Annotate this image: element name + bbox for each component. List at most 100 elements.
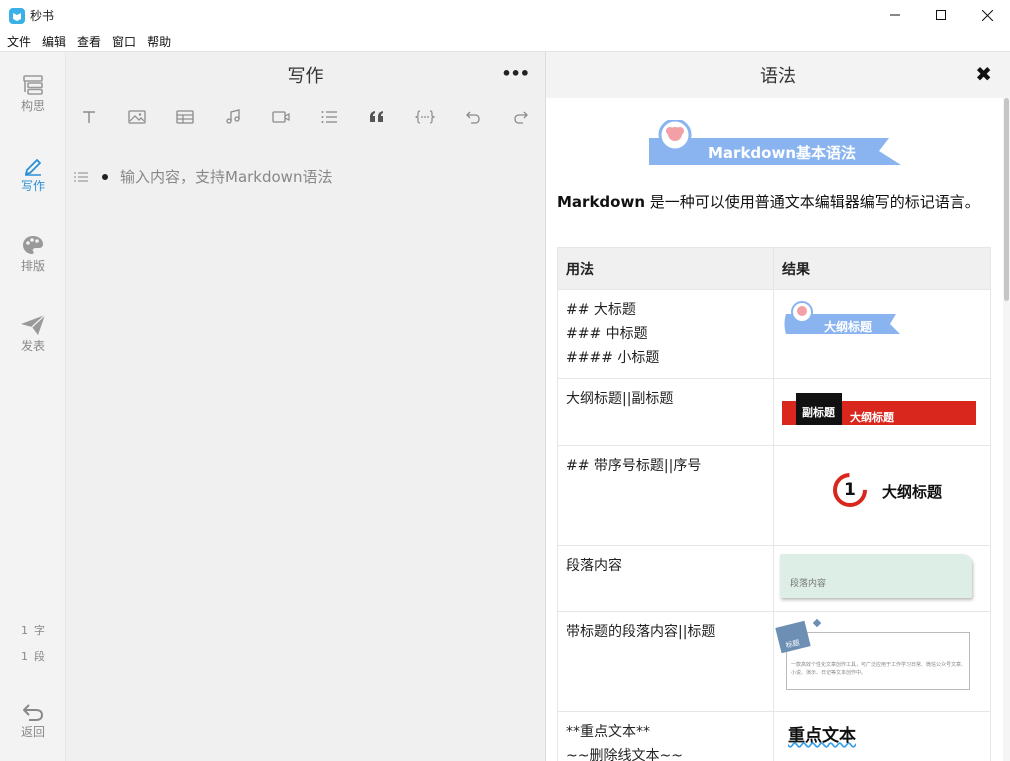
sidebar-item-label: 写作 xyxy=(20,179,45,193)
video-tool-button[interactable] xyxy=(270,106,292,128)
quote-tool-button[interactable] xyxy=(366,106,388,128)
result-cell: 副标题 大纲标题 xyxy=(773,378,991,446)
scrollbar-thumb[interactable] xyxy=(1004,98,1009,301)
preview-paragraph-card: 段落内容 xyxy=(780,554,972,598)
syntax-table: 用法 结果 ## 大标题 ### 中标题 #### 小标题 大纲标题 大纲标题|… xyxy=(557,247,991,761)
bullet-dot xyxy=(102,173,108,180)
usage-line: 大纲标题||副标题 xyxy=(566,391,674,407)
image-tool-button[interactable] xyxy=(126,106,148,128)
table-icon xyxy=(176,110,194,124)
panel-scrollbar[interactable] xyxy=(1003,98,1010,761)
sidebar-item-layout[interactable]: 排版 xyxy=(0,234,66,290)
table-row: 段落内容 段落内容 xyxy=(557,545,991,612)
word-count-value: 1 xyxy=(21,624,28,637)
preview-emphasis: 重点文本 xyxy=(788,724,908,754)
undo-icon xyxy=(466,111,480,124)
panel-title: 语法 xyxy=(760,66,796,87)
redo-button[interactable] xyxy=(510,106,532,128)
editor-toolbar xyxy=(66,98,545,132)
usage-line: ### 中标题 xyxy=(566,326,648,342)
app-title: 秒书 xyxy=(30,9,55,23)
table-tool-button[interactable] xyxy=(174,106,196,128)
editor-title: 写作 xyxy=(287,66,324,87)
app-window: 秒书 文件 编辑 查看 窗口 帮助 构思 写作 排版 发表 1 字 1 段 返回… xyxy=(0,0,1010,761)
editor-content-line[interactable]: 输入内容，支持Markdown语法 xyxy=(74,166,332,187)
usage-line: #### 小标题 xyxy=(566,350,660,366)
intro-paragraph: Markdown 是一种可以使用普通文本编辑器编写的标记语言。 xyxy=(557,190,987,214)
editor-header: 写作 ••• xyxy=(66,52,545,98)
menu-file[interactable]: 文件 xyxy=(7,33,31,50)
undo-button[interactable] xyxy=(462,106,484,128)
minimize-icon xyxy=(890,14,900,16)
markdown-banner: Markdown基本语法 xyxy=(647,118,901,166)
send-icon xyxy=(21,314,46,335)
text-tool-button[interactable] xyxy=(78,106,100,128)
back-button[interactable]: 返回 xyxy=(0,702,66,740)
image-icon xyxy=(128,110,146,124)
sidebar: 构思 写作 排版 发表 1字 1 段 返回 xyxy=(0,52,66,761)
sidebar-item-outline[interactable]: 构思 xyxy=(0,74,66,130)
usage-cell: **重点文本** ~~删除线文本~~ xyxy=(557,711,774,761)
text-icon xyxy=(83,111,95,123)
preview-title: 大纲标题 xyxy=(850,411,894,424)
outline-icon xyxy=(23,75,43,95)
close-panel-button[interactable]: ✖ xyxy=(975,62,992,86)
usage-line: ## 带序号标题||序号 xyxy=(566,458,702,474)
usage-cell: ## 大标题 ### 中标题 #### 小标题 xyxy=(557,289,774,379)
paragraph-count-value: 1 xyxy=(21,650,28,663)
music-icon xyxy=(226,109,240,124)
usage-line: **重点文本** xyxy=(566,724,650,740)
preview-text: 段落内容 xyxy=(790,579,827,589)
usage-cell: ## 带序号标题||序号 xyxy=(557,445,774,546)
preview-subtitle-heading: 副标题 大纲标题 xyxy=(782,393,976,427)
back-label: 返回 xyxy=(20,725,45,739)
result-cell: 一款高效个性化文章创作工具，可广泛应用于工作学习日常、微信公众号文章、小说、演示… xyxy=(773,611,991,712)
result-cell: 重点文本 xyxy=(773,711,991,761)
preview-number: 1 xyxy=(844,480,856,500)
usage-cell: 段落内容 xyxy=(557,545,774,612)
menu-help[interactable]: 帮助 xyxy=(147,33,171,50)
preview-subtitle: 副标题 xyxy=(802,406,835,419)
close-window-button[interactable] xyxy=(964,0,1010,30)
menu-edit[interactable]: 编辑 xyxy=(42,33,66,50)
minimize-button[interactable] xyxy=(872,0,918,30)
usage-cell: 大纲标题||副标题 xyxy=(557,378,774,446)
menu-bar: 文件 编辑 查看 窗口 帮助 xyxy=(0,32,1010,52)
music-tool-button[interactable] xyxy=(222,106,244,128)
word-count-unit: 字 xyxy=(34,624,45,637)
menu-window[interactable]: 窗口 xyxy=(112,33,136,50)
table-row: 大纲标题||副标题 副标题 大纲标题 xyxy=(557,378,991,446)
palette-icon xyxy=(23,236,43,254)
preview-numbered-heading: 1 大纲标题 xyxy=(832,472,962,508)
maximize-icon xyxy=(936,10,946,20)
usage-cell: 带标题的段落内容||标题 xyxy=(557,611,774,712)
paragraph-count: 1段 xyxy=(0,648,66,664)
more-button[interactable]: ••• xyxy=(501,64,530,83)
paragraph-count-unit: 段 xyxy=(34,650,45,663)
table-row: **重点文本** ~~删除线文本~~ 重点文本 xyxy=(557,711,991,761)
pen-icon xyxy=(25,159,41,176)
editor-placeholder[interactable]: 输入内容，支持Markdown语法 xyxy=(120,166,332,187)
table-header-result: 结果 xyxy=(773,247,991,290)
app-logo-icon xyxy=(9,8,25,24)
banner-title: Markdown基本语法 xyxy=(708,144,857,162)
maximize-button[interactable] xyxy=(918,0,964,30)
result-cell: 段落内容 xyxy=(773,545,991,612)
paragraph-box: 一款高效个性化文章创作工具，可广泛应用于工作学习日常、微信公众号文章、小说、演示… xyxy=(786,632,970,690)
list-handle-icon[interactable] xyxy=(74,171,88,183)
preview-titled-paragraph: 一款高效个性化文章创作工具，可广泛应用于工作学习日常、微信公众号文章、小说、演示… xyxy=(775,618,974,700)
list-tool-button[interactable] xyxy=(318,106,340,128)
result-cell: 1 大纲标题 xyxy=(773,445,991,546)
menu-view[interactable]: 查看 xyxy=(77,33,101,50)
usage-line: ## 大标题 xyxy=(566,302,636,318)
redo-icon xyxy=(514,111,528,124)
close-icon xyxy=(981,9,993,21)
sidebar-item-label: 发表 xyxy=(20,339,45,353)
sidebar-item-publish[interactable]: 发表 xyxy=(0,314,66,370)
table-row: 带标题的段落内容||标题 一款高效个性化文章创作工具，可广泛应用于工作学习日常、… xyxy=(557,611,991,712)
table-header-usage: 用法 xyxy=(557,247,774,290)
code-tool-button[interactable] xyxy=(414,106,436,128)
table-row: ## 大标题 ### 中标题 #### 小标题 大纲标题 xyxy=(557,289,991,379)
sidebar-item-writing[interactable]: 写作 xyxy=(0,154,66,210)
sidebar-item-label: 构思 xyxy=(20,99,45,113)
